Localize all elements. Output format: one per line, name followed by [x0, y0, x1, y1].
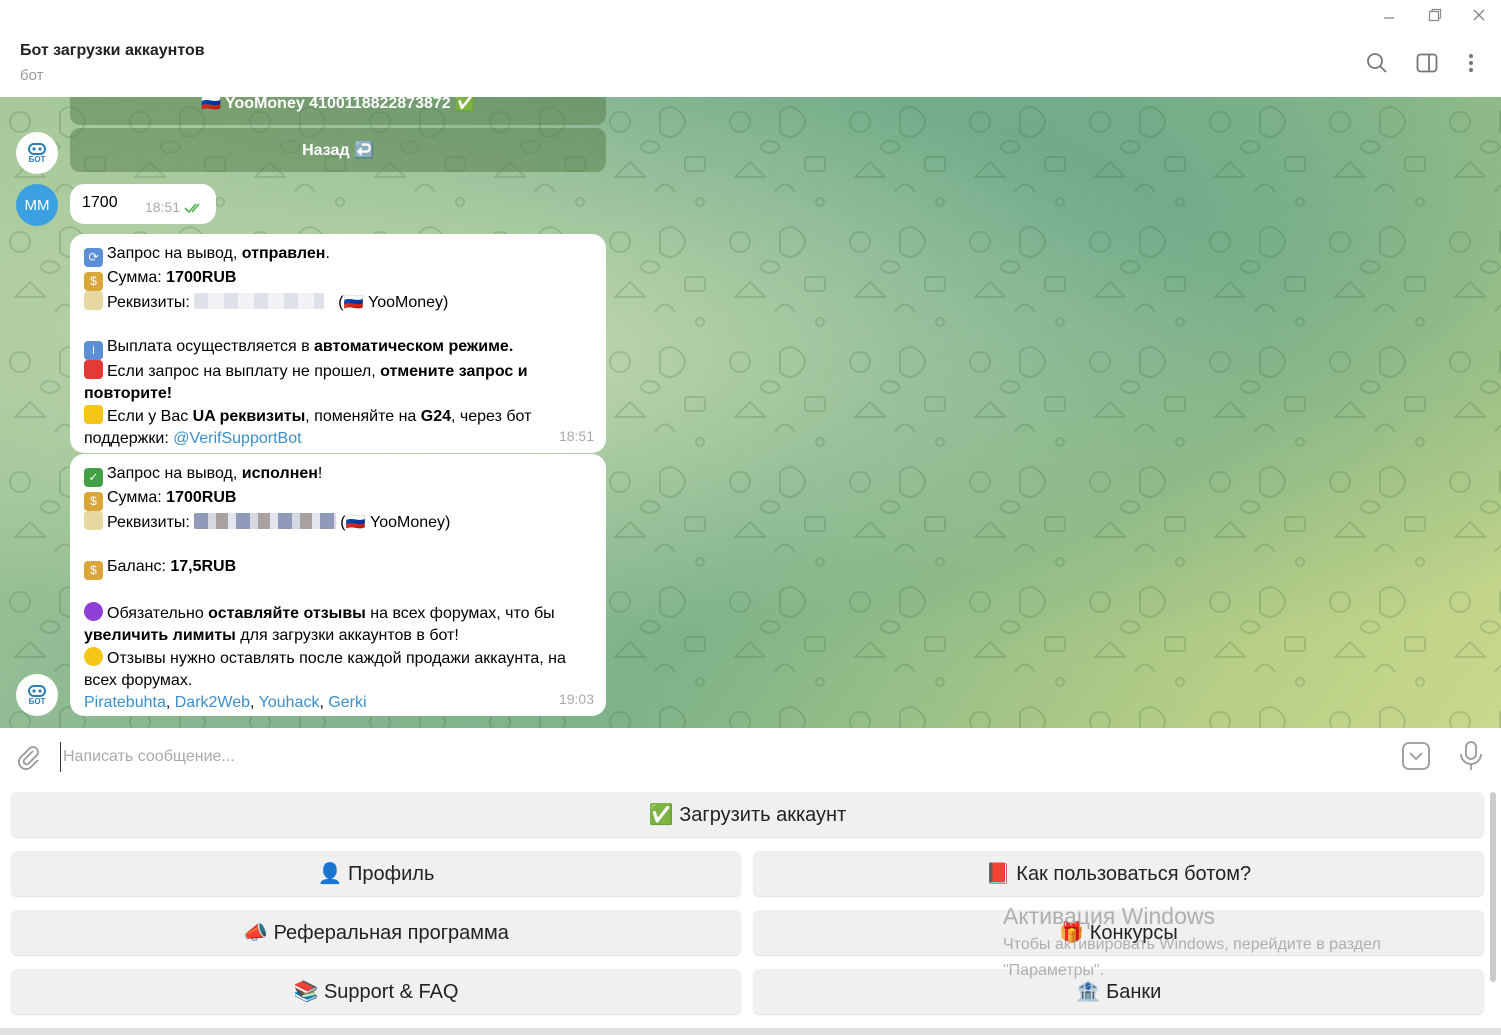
microphone-icon[interactable] — [1458, 740, 1484, 777]
chat-header: Бот загрузки аккаунтов бот — [0, 30, 1501, 98]
message-time: 19:03 — [558, 691, 594, 707]
purple-circle-icon — [84, 602, 103, 621]
support-faq-button[interactable]: 📚 Support & FAQ — [11, 969, 741, 1014]
user-message-bubble[interactable]: 1700 18:51 — [70, 184, 216, 224]
upload-account-button[interactable]: ✅ Загрузить аккаунт — [11, 792, 1484, 837]
message-text: 1700 — [82, 194, 118, 211]
how-to-use-button[interactable]: 📕 Как пользоваться ботом? — [753, 851, 1484, 896]
bot-icon — [28, 142, 46, 155]
inline-button-back[interactable]: Назад ↩️ — [70, 128, 606, 172]
message-line: Обязательно оставляйте отзывы на всех фо… — [84, 602, 592, 647]
forum-link-piratebuhta[interactable]: Piratebuhta — [84, 694, 166, 711]
redacted-requisites — [194, 293, 325, 309]
attach-icon[interactable] — [14, 742, 42, 775]
yellow-circle-icon — [84, 647, 103, 666]
message-line: Отзывы нужно оставлять после каждой прод… — [84, 647, 592, 692]
money-bag-icon: $ — [84, 561, 103, 580]
message-line: $ Сумма: 1700RUB — [84, 267, 592, 291]
support-bot-link[interactable]: @VerifSupportBot — [173, 430, 301, 447]
minimize-icon[interactable] — [1374, 4, 1404, 26]
message-line: ✓ Запрос на вывод, исполнен! — [84, 463, 592, 487]
credit-card-icon — [84, 511, 103, 530]
message-composer — [0, 728, 1501, 784]
money-bag-icon: $ — [84, 272, 103, 291]
window-titlebar — [0, 0, 1501, 30]
referral-program-button[interactable]: 📣 Реферальная программа — [11, 910, 741, 955]
message-line: $ Сумма: 1700RUB — [84, 487, 592, 511]
bot-message-request-sent[interactable]: ⟳ Запрос на вывод, отправлен. $ Сумма: 170… — [70, 234, 606, 453]
user-avatar[interactable]: ММ — [16, 184, 58, 226]
redacted-requisites — [194, 513, 337, 529]
credit-card-icon — [84, 291, 103, 310]
message-line: Если запрос на выплату не прошел, отмени… — [84, 360, 592, 405]
chat-subtitle: бот — [20, 67, 44, 84]
red-square-icon — [84, 360, 103, 379]
chat-title[interactable]: Бот загрузки аккаунтов — [20, 42, 205, 60]
money-bag-icon: $ — [84, 492, 103, 511]
reply-keyboard: ✅ Загрузить аккаунт 👤 Профиль 📕 Как поль… — [0, 784, 1501, 1035]
inline-button-yoomoney[interactable]: 🇷🇺 YooMoney 4100118822873872 ✅ — [70, 97, 606, 125]
watermark-title: Активация Windows — [1003, 903, 1215, 929]
bottom-scroll-track — [0, 1028, 1501, 1035]
forum-link-youhack[interactable]: Youhack — [259, 694, 320, 711]
forum-link-dark2web[interactable]: Dark2Web — [175, 694, 250, 711]
info-icon: i — [84, 341, 103, 360]
sidebar-toggle-icon[interactable] — [1414, 50, 1440, 76]
message-line: Если у Вас UA реквизиты, поменяйте на G2… — [84, 405, 592, 450]
yellow-square-icon — [84, 405, 103, 424]
bot-message-request-done[interactable]: ✓ Запрос на вывод, исполнен! $ Сумма: 1700… — [70, 454, 606, 716]
message-line: $ Баланс: 17,5RUB — [84, 556, 592, 580]
double-check-icon — [184, 203, 200, 214]
keyboard-scrollbar[interactable] — [1490, 792, 1496, 982]
bot-avatar[interactable]: БОТ — [16, 132, 58, 174]
more-menu-icon[interactable] — [1458, 50, 1484, 76]
chat-area[interactable]: 🇷🇺 YooMoney 4100118822873872 ✅ Назад ↩️ … — [0, 97, 1501, 728]
watermark-line1: Чтобы активировать Windows, перейдите в … — [1003, 936, 1381, 953]
message-line: i Выплата осуществляется в автоматическом… — [84, 336, 592, 360]
watermark-line2: "Параметры". — [1003, 962, 1105, 979]
bot-icon — [28, 684, 46, 697]
message-line: ⟳ Запрос на вывод, отправлен. — [84, 243, 592, 267]
forum-link-gerki[interactable]: Gerki — [328, 694, 366, 711]
message-input[interactable] — [60, 742, 1385, 772]
message-time: 18:51 — [558, 428, 594, 444]
message-line: Реквизиты: (🇷🇺 YooMoney) — [84, 511, 592, 534]
restore-icon[interactable] — [1420, 4, 1450, 26]
refresh-emoji-icon: ⟳ — [84, 248, 103, 267]
search-icon[interactable] — [1364, 50, 1390, 76]
forum-links: Piratebuhta, Dark2Web, Youhack, Gerki — [84, 694, 367, 711]
message-line: Реквизиты: (🇷🇺 YooMoney) — [84, 291, 592, 314]
message-time: 18:51 — [144, 199, 180, 215]
close-icon[interactable] — [1464, 4, 1494, 26]
bot-avatar[interactable]: БОТ — [16, 674, 58, 716]
banks-button[interactable]: 🏦 Банки — [753, 969, 1484, 1014]
profile-button[interactable]: 👤 Профиль — [11, 851, 741, 896]
check-mark-icon: ✓ — [84, 468, 103, 487]
keyboard-toggle-icon[interactable] — [1401, 741, 1431, 776]
